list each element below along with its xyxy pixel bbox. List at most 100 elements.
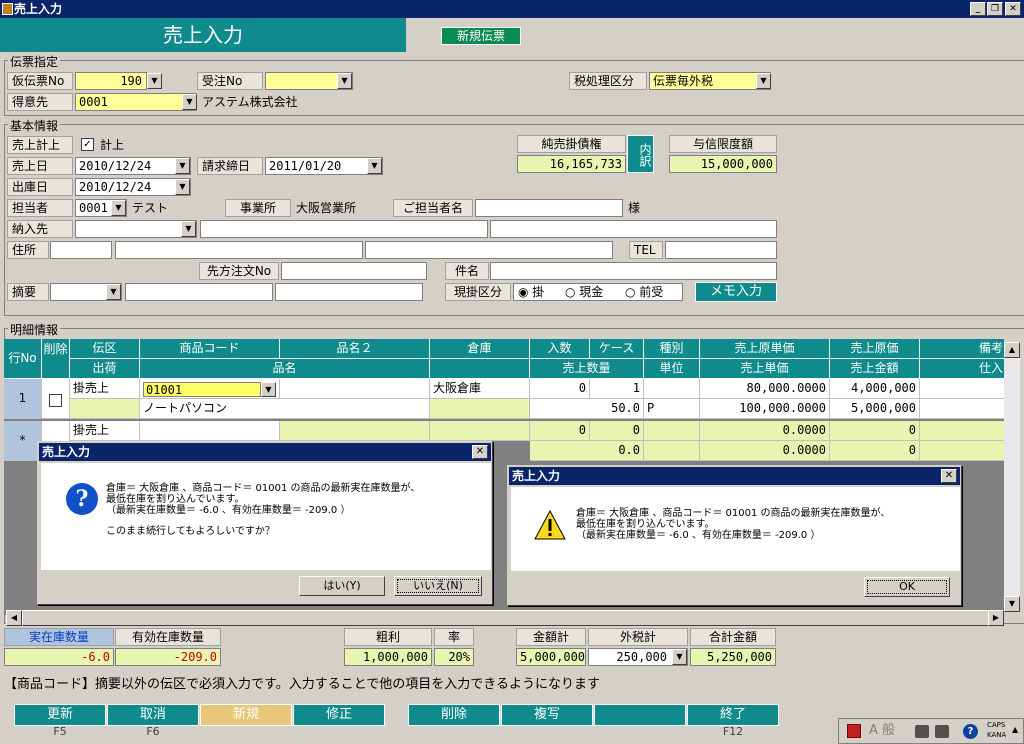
- row2-case[interactable]: 0: [590, 421, 644, 441]
- nonyu-name-field[interactable]: [200, 220, 488, 238]
- row1-code-input[interactable]: 01001: [143, 382, 261, 397]
- row2-soko[interactable]: [430, 421, 530, 441]
- confirm-line2: 最低在庫を割り込んでいます。: [106, 494, 245, 505]
- tokui-code-field[interactable]: 0001: [75, 93, 197, 111]
- uriagebi-dropdown-icon[interactable]: ▼: [175, 158, 190, 174]
- zei-field[interactable]: 伝票毎外税: [649, 72, 771, 90]
- keijo-checkbox[interactable]: ✓: [81, 138, 94, 151]
- memo-button[interactable]: メモ入力: [695, 282, 777, 302]
- close-button[interactable]: ✕: [1005, 2, 1021, 16]
- row1-shu[interactable]: [644, 379, 700, 399]
- tekiyo2-field[interactable]: [275, 283, 423, 301]
- row1-delete-checkbox[interactable]: [49, 394, 62, 407]
- warning-dialog-close-button[interactable]: ✕: [941, 469, 957, 483]
- row2-suryo[interactable]: 0.0: [530, 441, 644, 461]
- row2-tanka[interactable]: 0.0000: [700, 441, 830, 461]
- scroll-right-icon[interactable]: ▶: [988, 610, 1004, 626]
- karidenpyo-field[interactable]: 190: [75, 72, 147, 90]
- horizontal-scrollbar[interactable]: ◀ ▶: [6, 610, 1004, 626]
- jusho2-field[interactable]: [365, 241, 613, 259]
- tekiyo1-field[interactable]: [125, 283, 273, 301]
- tanto-dropdown-icon[interactable]: ▼: [111, 200, 126, 216]
- shukko-dropdown-icon[interactable]: ▼: [175, 179, 190, 195]
- new-button[interactable]: 新規: [200, 704, 292, 726]
- row2-shire[interactable]: [920, 441, 1004, 461]
- col-header-iri: 入数: [530, 339, 590, 359]
- row1-kingaku: 5,000,000: [830, 399, 920, 419]
- ime-app-icon[interactable]: [847, 724, 861, 738]
- row2-hin2[interactable]: [280, 421, 430, 441]
- gotanto-field[interactable]: [475, 199, 623, 217]
- row1-biko[interactable]: [920, 379, 1004, 399]
- zei-dropdown-icon[interactable]: ▼: [756, 73, 771, 89]
- minimize-button[interactable]: _: [970, 2, 986, 16]
- modify-button[interactable]: 修正: [293, 704, 385, 726]
- zip-field[interactable]: [50, 241, 112, 259]
- row1-code-dropdown-icon[interactable]: ▼: [261, 382, 276, 397]
- nonyu-code-field[interactable]: [75, 220, 197, 238]
- row2-iri[interactable]: 0: [530, 421, 590, 441]
- ime-tool-icon[interactable]: [915, 725, 929, 738]
- row1-shire[interactable]: [920, 399, 1004, 419]
- shukko-field[interactable]: 2010/12/24: [75, 178, 191, 196]
- row1-tanka[interactable]: 100,000.0000: [700, 399, 830, 419]
- maximize-button[interactable]: ❐: [987, 2, 1003, 16]
- genkin-radio[interactable]: ○ 現金: [565, 283, 603, 301]
- sakichu-field[interactable]: [281, 262, 427, 280]
- karidenpyo-dropdown-icon[interactable]: ▼: [147, 73, 162, 89]
- vertical-scrollbar[interactable]: ▲ ▼: [1004, 342, 1020, 612]
- row2-code[interactable]: [140, 421, 280, 441]
- maeuke-radio[interactable]: ○ 前受: [625, 283, 663, 301]
- row1-hin2[interactable]: [280, 379, 430, 399]
- new-slip-button[interactable]: 新規伝票: [441, 27, 521, 45]
- nonyu-dropdown-icon[interactable]: ▼: [181, 221, 196, 237]
- tekiyo-dropdown-icon[interactable]: ▼: [106, 284, 121, 300]
- confirm-dialog-close-button[interactable]: ✕: [472, 445, 488, 459]
- update-key: F5: [53, 725, 67, 738]
- row1-tani[interactable]: P: [644, 399, 700, 419]
- sotozei-dropdown-icon[interactable]: ▼: [672, 649, 687, 665]
- row1-hinmei[interactable]: ノートパソコン: [140, 399, 430, 419]
- ime-mode[interactable]: A 般: [869, 722, 895, 740]
- row2-shu[interactable]: [644, 421, 700, 441]
- row1-suryo[interactable]: 50.0: [530, 399, 644, 419]
- uchiwake-button[interactable]: 内訳: [627, 135, 654, 173]
- scroll-up-icon[interactable]: ▲: [1004, 342, 1020, 358]
- row2-genka-tanka[interactable]: 0.0000: [700, 421, 830, 441]
- row2-biko[interactable]: [920, 421, 1004, 441]
- tanto-name: テスト: [132, 201, 169, 215]
- ime-help-icon[interactable]: ?: [963, 724, 978, 739]
- tokui-dropdown-icon[interactable]: ▼: [182, 94, 197, 110]
- cancel-button[interactable]: 取消: [107, 704, 199, 726]
- tray-menu-icon[interactable]: ▲: [1012, 725, 1018, 734]
- uriagebi-field[interactable]: 2010/12/24: [75, 157, 191, 175]
- row1-shuka[interactable]: [70, 399, 140, 419]
- row2-den[interactable]: 掛売上: [70, 421, 140, 441]
- seikyu-field[interactable]: 2011/01/20: [265, 157, 383, 175]
- scroll-thumb[interactable]: [22, 610, 990, 626]
- row1-den[interactable]: 掛売上: [70, 379, 140, 399]
- no-button[interactable]: いいえ(N): [394, 576, 482, 596]
- row1-iri[interactable]: 0: [530, 379, 590, 399]
- blank-button-2[interactable]: [594, 704, 686, 726]
- copy-button[interactable]: 複写: [501, 704, 593, 726]
- row1-case[interactable]: 1: [590, 379, 644, 399]
- update-button[interactable]: 更新: [14, 704, 106, 726]
- row2-tani[interactable]: [644, 441, 700, 461]
- seikyu-dropdown-icon[interactable]: ▼: [367, 158, 382, 174]
- row1-genka-tanka[interactable]: 80,000.0000: [700, 379, 830, 399]
- delete-button[interactable]: 削除: [408, 704, 500, 726]
- tel-field[interactable]: [665, 241, 777, 259]
- row1-soko[interactable]: 大阪倉庫: [430, 379, 530, 399]
- ok-button[interactable]: OK: [864, 577, 950, 597]
- nonyu-name2-field[interactable]: [490, 220, 777, 238]
- scroll-left-icon[interactable]: ◀: [6, 610, 22, 626]
- exit-button[interactable]: 終了: [687, 704, 779, 726]
- kenmei-field[interactable]: [490, 262, 777, 280]
- juchu-dropdown-icon[interactable]: ▼: [337, 73, 352, 89]
- yes-button[interactable]: はい(Y): [299, 576, 385, 596]
- kake-radio[interactable]: ◉ 掛: [518, 283, 544, 301]
- ime-dict-icon[interactable]: [935, 725, 949, 738]
- jusho1-field[interactable]: [115, 241, 363, 259]
- scroll-down-icon[interactable]: ▼: [1004, 596, 1020, 612]
